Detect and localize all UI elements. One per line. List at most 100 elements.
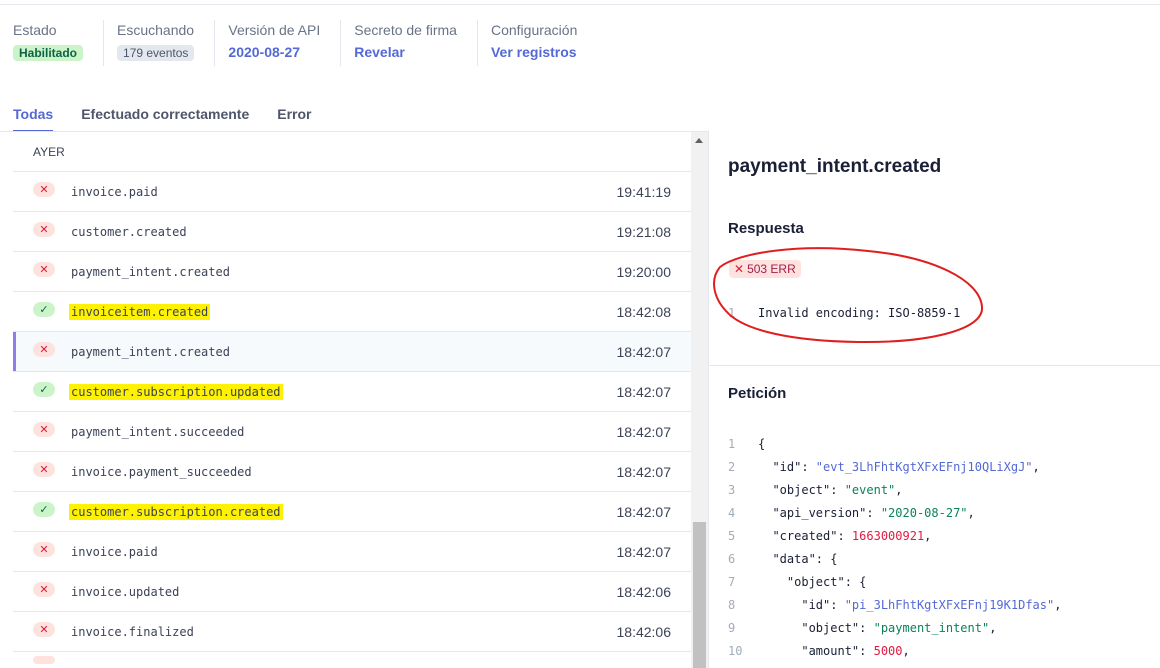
- stat-label: Secreto de firma: [354, 22, 457, 38]
- panel-divider: [708, 132, 709, 668]
- stat-escuchando: Escuchando 179 eventos: [104, 20, 216, 66]
- fail-icon: [33, 656, 55, 664]
- tab-failed[interactable]: Error: [277, 106, 311, 132]
- list-item[interactable]: ✕ payment_intent.created 19:20:00: [13, 252, 691, 292]
- tab-succeeded[interactable]: Efectuado correctamente: [81, 106, 249, 132]
- stat-signing-secret: Secreto de firma Revelar: [341, 20, 478, 66]
- group-header: AYER: [13, 132, 691, 172]
- code-token: 5000: [873, 644, 903, 658]
- check-icon: ✓: [33, 302, 55, 317]
- fail-icon: ✕: [33, 582, 55, 597]
- view-logs-link[interactable]: Ver registros: [491, 44, 577, 60]
- code-line: 7 "object": {: [728, 574, 1061, 597]
- line-number: 4: [728, 506, 736, 520]
- code-token: ,: [1054, 598, 1062, 612]
- code-line: 3 "object": "event",: [728, 482, 1061, 505]
- scroll-thumb[interactable]: [693, 522, 706, 668]
- stat-label: Estado: [13, 22, 57, 38]
- check-icon: ✓: [33, 382, 55, 397]
- fail-icon: ✕: [33, 422, 55, 437]
- code-line: 8 "id": "pi_3LhFhtKgtXFxEFnj19K1Dfas",: [728, 597, 1061, 620]
- event-name: customer.subscription.created: [69, 504, 283, 520]
- fail-icon: ✕: [33, 622, 55, 637]
- line-number: 5: [728, 529, 736, 543]
- code-token: "created":: [758, 529, 852, 543]
- code-token: "payment_intent": [873, 621, 990, 635]
- line-number: 6: [728, 552, 736, 566]
- api-version-link[interactable]: 2020-08-27: [228, 44, 300, 60]
- event-name: invoice.paid: [71, 185, 158, 199]
- event-time: 18:42:07: [616, 504, 672, 520]
- event-detail-title: payment_intent.created: [728, 156, 942, 177]
- fail-icon: ✕: [33, 542, 55, 557]
- code-token: "id":: [758, 598, 845, 612]
- fail-icon: ✕: [33, 462, 55, 477]
- webhook-stats: Estado Habilitado Escuchando 179 eventos…: [0, 20, 597, 70]
- stat-estado: Estado Habilitado: [0, 20, 105, 66]
- events-count-badge[interactable]: 179 eventos: [117, 45, 195, 61]
- scroll-up-arrow-icon[interactable]: [695, 138, 703, 143]
- code-line: 9 "object": "payment_intent",: [728, 620, 1061, 643]
- code-line: 2 "id": "evt_3LhFhtKgtXFxEFnj10QLiXgJ",: [728, 459, 1061, 482]
- reveal-secret-link[interactable]: Revelar: [354, 44, 405, 60]
- tab-all[interactable]: Todas: [13, 106, 54, 132]
- filter-tabs: Todas Efectuado correctamente Error: [13, 106, 340, 132]
- code-token: "data": {: [758, 552, 838, 566]
- code-token: "event": [844, 483, 896, 497]
- list-item[interactable]: ✕ invoice.paid 19:41:19: [13, 172, 691, 212]
- line-number: 7: [728, 575, 736, 589]
- event-name: payment_intent.succeeded: [71, 425, 245, 439]
- line-number: 9: [728, 621, 736, 635]
- line-number: 1: [728, 437, 736, 451]
- event-time: 18:42:07: [616, 464, 672, 480]
- fail-icon: ✕: [33, 182, 55, 197]
- code-token: {: [758, 437, 766, 451]
- fail-icon: ✕: [33, 342, 55, 357]
- code-token: ,: [895, 483, 903, 497]
- request-title: Petición: [728, 385, 787, 402]
- event-time: 19:21:08: [616, 224, 672, 240]
- event-name: customer.subscription.updated: [69, 384, 283, 400]
- list-item[interactable]: ✕ invoice.paid 18:42:07: [13, 532, 691, 572]
- event-name: customer.created: [71, 225, 187, 239]
- response-title: Respuesta: [728, 220, 804, 237]
- code-token: ,: [989, 621, 997, 635]
- code-token: ,: [902, 644, 910, 658]
- stat-configuration: Configuración Ver registros: [478, 20, 597, 66]
- list-item[interactable]: ✓ customer.subscription.updated 18:42:07: [13, 372, 691, 412]
- request-body-code: 1 {2 "id": "evt_3LhFhtKgtXFxEFnj10QLiXgJ"…: [728, 436, 1061, 666]
- list-item[interactable]: ✕ invoice.payment_succeeded 18:42:07: [13, 452, 691, 492]
- event-name: invoice.paid: [71, 545, 158, 559]
- code-line: 4 "api_version": "2020-08-27",: [728, 505, 1061, 528]
- code-token: "2020-08-27": [880, 506, 968, 520]
- list-item[interactable]: ✕ customer.created 19:21:08: [13, 212, 691, 252]
- fail-icon: ✕: [33, 262, 55, 277]
- event-name: invoice.payment_succeeded: [71, 465, 252, 479]
- code-token: "api_version":: [758, 506, 881, 520]
- event-time: 19:41:19: [616, 184, 672, 200]
- event-list: AYER ✕ invoice.paid 19:41:19 ✕ customer.crea…: [13, 132, 691, 668]
- list-item[interactable]: ✕ invoice.finalized 18:42:06: [13, 612, 691, 652]
- line-number: 8: [728, 598, 736, 612]
- code-token: "evt_3LhFhtKgtXFxEFnj10QLiXgJ": [815, 460, 1033, 474]
- stat-label: Escuchando: [117, 22, 195, 38]
- event-name: invoiceitem.created: [69, 304, 211, 320]
- stat-api-version: Versión de API 2020-08-27: [215, 20, 342, 66]
- event-time: 18:42:07: [616, 424, 672, 440]
- event-list-scrollbar[interactable]: [691, 132, 708, 668]
- list-item[interactable]: ✕ invoice.updated 18:42:06: [13, 572, 691, 612]
- top-divider: [0, 4, 1160, 5]
- list-item[interactable]: ✕ payment_intent.created 18:42:07: [13, 332, 691, 372]
- code-token: ,: [967, 506, 975, 520]
- code-token: "object": {: [758, 575, 867, 589]
- list-item[interactable]: ✓ invoiceitem.created 18:42:08: [13, 292, 691, 332]
- event-time: 18:42:07: [616, 544, 672, 560]
- event-time: 18:42:06: [616, 624, 672, 640]
- check-icon: ✓: [33, 502, 55, 517]
- code-token: "pi_3LhFhtKgtXFxEFnj19K1Dfas": [844, 598, 1055, 612]
- list-item[interactable]: ✕ payment_intent.succeeded 18:42:07: [13, 412, 691, 452]
- event-name: payment_intent.created: [71, 345, 230, 359]
- list-item[interactable]: ✓ customer.subscription.created 18:42:07: [13, 492, 691, 532]
- event-time: 18:42:06: [616, 584, 672, 600]
- code-token: "amount":: [758, 644, 874, 658]
